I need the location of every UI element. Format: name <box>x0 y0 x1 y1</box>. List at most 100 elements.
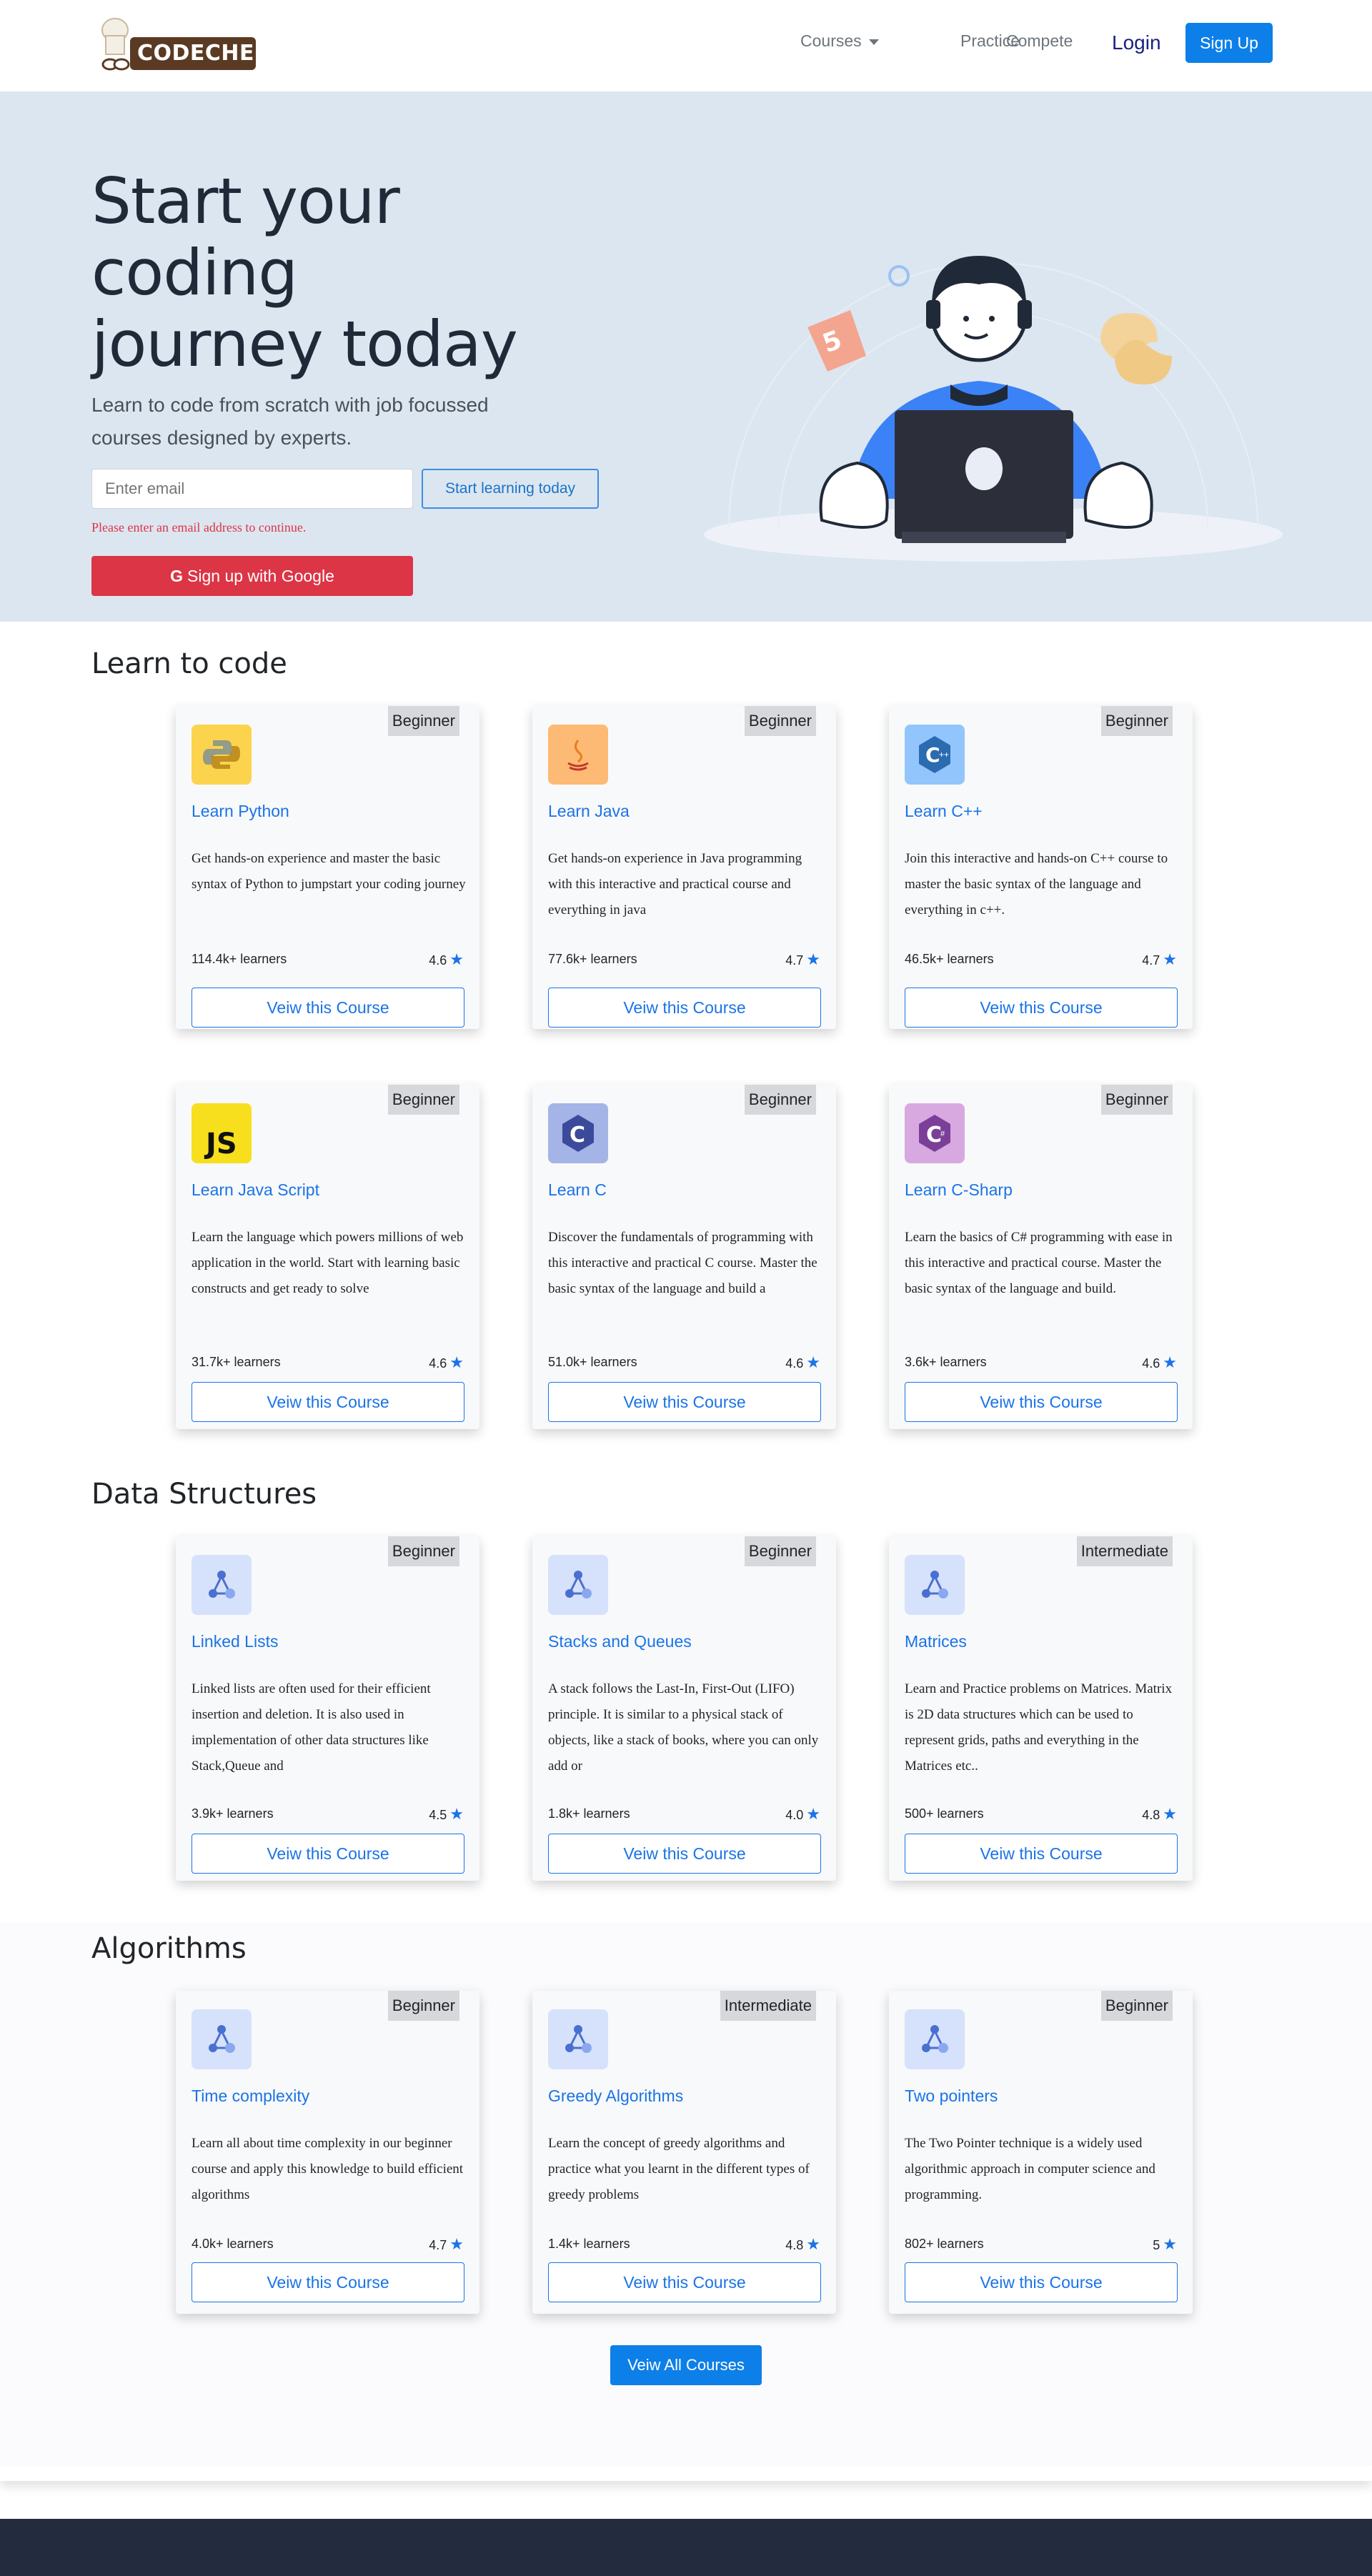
course-card: Beginner Linked Lists Linked lists are oft… <box>176 1536 479 1881</box>
rating-value: 4.6 <box>1142 1356 1160 1371</box>
course-title-link[interactable]: Matrices <box>905 1632 967 1651</box>
course-title-link[interactable]: Time complexity <box>192 2087 309 2106</box>
course-title-link[interactable]: Stacks and Queues <box>548 1632 692 1651</box>
course-description: Linked lists are often used for their ef… <box>192 1681 431 1774</box>
course-rating: 4.7 ★ <box>429 2235 464 2254</box>
data-structures-title: Data Structures <box>91 1478 317 1511</box>
course-title-link[interactable]: Learn Java Script <box>192 1180 319 1200</box>
view-all-courses-button[interactable]: Veiw All Courses <box>610 2345 762 2385</box>
rating-value: 4.7 <box>1142 953 1160 968</box>
rating-value: 4.0 <box>785 1808 804 1822</box>
course-title-link[interactable]: Learn C <box>548 1180 607 1200</box>
view-course-button[interactable]: Veiw this Course <box>192 1834 464 1874</box>
learners-count: 1.8k+ learners <box>548 1806 630 1821</box>
course-card: Beginner Learn Java Get hands-on experienc… <box>532 706 836 1029</box>
tree-icon <box>905 1555 965 1615</box>
java-icon <box>548 725 608 785</box>
course-description: Get hands-on experience and master the b… <box>192 851 466 892</box>
level-badge: Beginner <box>1100 1085 1173 1115</box>
course-rating: 4.8 ★ <box>785 2235 820 2254</box>
cpp-icon: C ++ <box>905 725 965 785</box>
course-description: Get hands-on experience in Java programm… <box>548 851 802 917</box>
view-course-button[interactable]: Veiw this Course <box>192 1382 464 1422</box>
learners-count: 114.4k+ learners <box>192 952 287 966</box>
course-rating: 4.6 ★ <box>429 950 464 969</box>
learners-count: 3.6k+ learners <box>905 1355 987 1369</box>
csharp-icon: C # <box>905 1103 965 1163</box>
svg-text:C: C <box>926 1123 942 1148</box>
tree-icon <box>192 1555 252 1615</box>
view-course-button[interactable]: Veiw this Course <box>905 2262 1178 2302</box>
hero-title: Start your coding journey today <box>91 164 518 381</box>
course-card: Intermediate Greedy Algorithms Learn the c… <box>532 1991 836 2314</box>
course-title-link[interactable]: Learn Java <box>548 802 630 821</box>
view-course-button[interactable]: Veiw this Course <box>192 988 464 1028</box>
nav-compete-link[interactable]: Compete <box>1006 31 1073 51</box>
course-rating: 4.8 ★ <box>1142 1805 1177 1824</box>
level-badge: Beginner <box>744 706 816 736</box>
email-input[interactable] <box>91 469 413 509</box>
logo-text: CODECHEF <box>130 37 269 70</box>
google-icon: G <box>170 567 184 585</box>
course-title-link[interactable]: Learn Python <box>192 802 289 821</box>
course-title-link[interactable]: Greedy Algorithms <box>548 2087 683 2106</box>
star-icon: ★ <box>806 1353 820 1371</box>
course-description: Learn the basics of C# programming with … <box>905 1230 1173 1296</box>
view-course-button[interactable]: Veiw this Course <box>548 1834 821 1874</box>
view-course-button[interactable]: Veiw this Course <box>548 2262 821 2302</box>
course-card: Intermediate Matrices Learn and Practice p… <box>889 1536 1193 1881</box>
star-icon: ★ <box>806 2235 820 2253</box>
star-icon: ★ <box>1163 1353 1177 1371</box>
level-badge: Beginner <box>1100 706 1173 736</box>
login-link[interactable]: Login <box>1112 31 1161 54</box>
view-course-button[interactable]: Veiw this Course <box>548 988 821 1028</box>
email-error-message: Please enter an email address to continu… <box>91 520 307 534</box>
star-icon: ★ <box>449 1353 464 1371</box>
view-course-button[interactable]: Veiw this Course <box>192 2262 464 2302</box>
view-course-button[interactable]: Veiw this Course <box>905 1834 1178 1874</box>
hero-section: Start your coding journey today Learn to… <box>0 91 1372 622</box>
start-learning-button[interactable]: Start learning today <box>422 469 599 509</box>
learners-count: 802+ learners <box>905 2237 984 2251</box>
level-badge: Beginner <box>387 1085 459 1115</box>
course-rating: 4.7 ★ <box>1142 950 1177 969</box>
level-badge: Beginner <box>744 1536 816 1566</box>
star-icon: ★ <box>806 950 820 968</box>
star-icon: ★ <box>806 1805 820 1823</box>
learn-to-code-title: Learn to code <box>91 647 287 680</box>
course-title-link[interactable]: Learn C-Sharp <box>905 1180 1013 1200</box>
svg-text:C: C <box>570 1123 585 1148</box>
svg-text:C: C <box>925 743 940 767</box>
hero-subtitle: Learn to code from scratch with job focu… <box>91 394 489 449</box>
python-icon <box>192 725 252 785</box>
signup-button[interactable]: Sign Up <box>1185 23 1273 63</box>
view-course-button[interactable]: Veiw this Course <box>905 988 1178 1028</box>
google-signup-label: Sign up with Google <box>187 567 334 585</box>
course-card: Beginner Two pointers The Two Pointer tech… <box>889 1991 1193 2314</box>
nav-courses-dropdown[interactable]: Courses <box>800 31 879 51</box>
svg-text:#: # <box>940 1130 945 1138</box>
learners-count: 4.0k+ learners <box>192 2237 274 2251</box>
course-title-link[interactable]: Two pointers <box>905 2087 998 2106</box>
course-title-link[interactable]: Learn C++ <box>905 802 983 821</box>
star-icon: ★ <box>449 1805 464 1823</box>
view-course-button[interactable]: Veiw this Course <box>905 1382 1178 1422</box>
course-description: Learn and Practice problems on Matrices.… <box>905 1681 1173 1774</box>
google-signup-button[interactable]: G Sign up with Google <box>91 556 413 596</box>
course-card: Beginner Time complexity Learn all about t… <box>176 1991 479 2314</box>
codechef-logo[interactable]: CODECHEF <box>91 16 269 73</box>
course-description: Learn the concept of greedy algorithms a… <box>548 2136 810 2202</box>
rating-value: 4.6 <box>785 1356 804 1371</box>
course-rating: 4.6 ★ <box>429 1353 464 1372</box>
course-card: Beginner Stacks and Queues A stack follows… <box>532 1536 836 1881</box>
tree-icon <box>905 2009 965 2069</box>
level-badge: Beginner <box>744 1085 816 1115</box>
course-rating: 5 ★ <box>1153 2235 1177 2254</box>
course-card: Beginner C Learn C Discover the fundamental… <box>532 1085 836 1429</box>
level-badge: Beginner <box>1100 1991 1173 2021</box>
course-rating: 4.7 ★ <box>785 950 820 969</box>
view-course-button[interactable]: Veiw this Course <box>548 1382 821 1422</box>
course-description: Learn all about time complexity in our b… <box>192 2136 464 2202</box>
course-description: A stack follows the Last-In, First-Out (… <box>548 1681 819 1774</box>
course-title-link[interactable]: Linked Lists <box>192 1632 278 1651</box>
